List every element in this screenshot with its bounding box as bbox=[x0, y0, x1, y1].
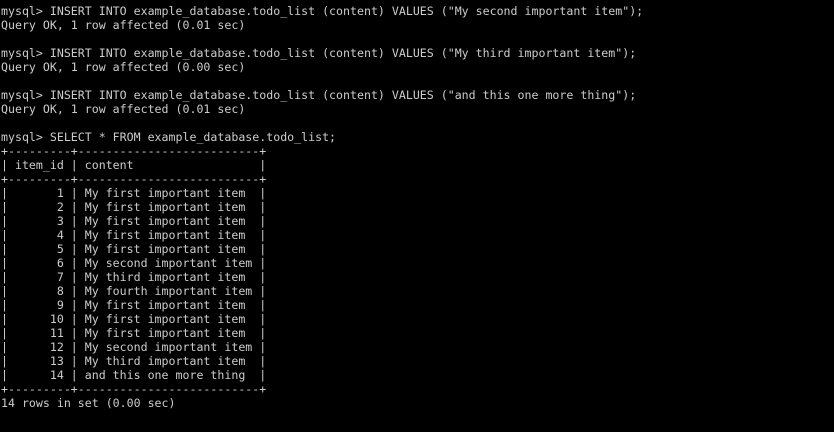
table-header-row: | item_id | content | bbox=[1, 158, 267, 172]
table-row: | 6 | My second important item | bbox=[1, 256, 267, 270]
table-row: | 5 | My first important item | bbox=[1, 242, 267, 256]
table-row: | 12 | My second important item | bbox=[1, 340, 267, 354]
table-row: | 11 | My first important item | bbox=[1, 326, 267, 340]
table-row: | 13 | My third important item | bbox=[1, 354, 267, 368]
table-border-bottom: +---------+--------------------------+ bbox=[1, 382, 267, 396]
table-row: | 1 | My first important item | bbox=[1, 186, 267, 200]
table-row: | 9 | My first important item | bbox=[1, 298, 267, 312]
query-result-1: Query OK, 1 row affected (0.01 sec) bbox=[1, 18, 246, 32]
query-result-2: Query OK, 1 row affected (0.00 sec) bbox=[1, 60, 246, 74]
table-row: | 3 | My first important item | bbox=[1, 214, 267, 228]
table-row: | 7 | My third important item | bbox=[1, 270, 267, 284]
select-command: mysql> SELECT * FROM example_database.to… bbox=[1, 130, 337, 144]
table-row: | 2 | My first important item | bbox=[1, 200, 267, 214]
table-row: | 4 | My first important item | bbox=[1, 228, 267, 242]
insert-command-2: mysql> INSERT INTO example_database.todo… bbox=[1, 46, 637, 60]
query-result-3: Query OK, 1 row affected (0.01 sec) bbox=[1, 102, 246, 116]
rows-in-set-summary: 14 rows in set (0.00 sec) bbox=[1, 396, 176, 410]
table-row: | 10 | My first important item | bbox=[1, 312, 267, 326]
table-row: | 8 | My fourth important item | bbox=[1, 284, 267, 298]
insert-command-3: mysql> INSERT INTO example_database.todo… bbox=[1, 88, 637, 102]
table-border-top: +---------+--------------------------+ bbox=[1, 144, 267, 158]
insert-command-1: mysql> INSERT INTO example_database.todo… bbox=[1, 4, 644, 18]
table-row: | 14 | and this one more thing | bbox=[1, 368, 267, 382]
terminal-window[interactable]: mysql> INSERT INTO example_database.todo… bbox=[0, 0, 834, 432]
table-border-header: +---------+--------------------------+ bbox=[1, 172, 267, 186]
